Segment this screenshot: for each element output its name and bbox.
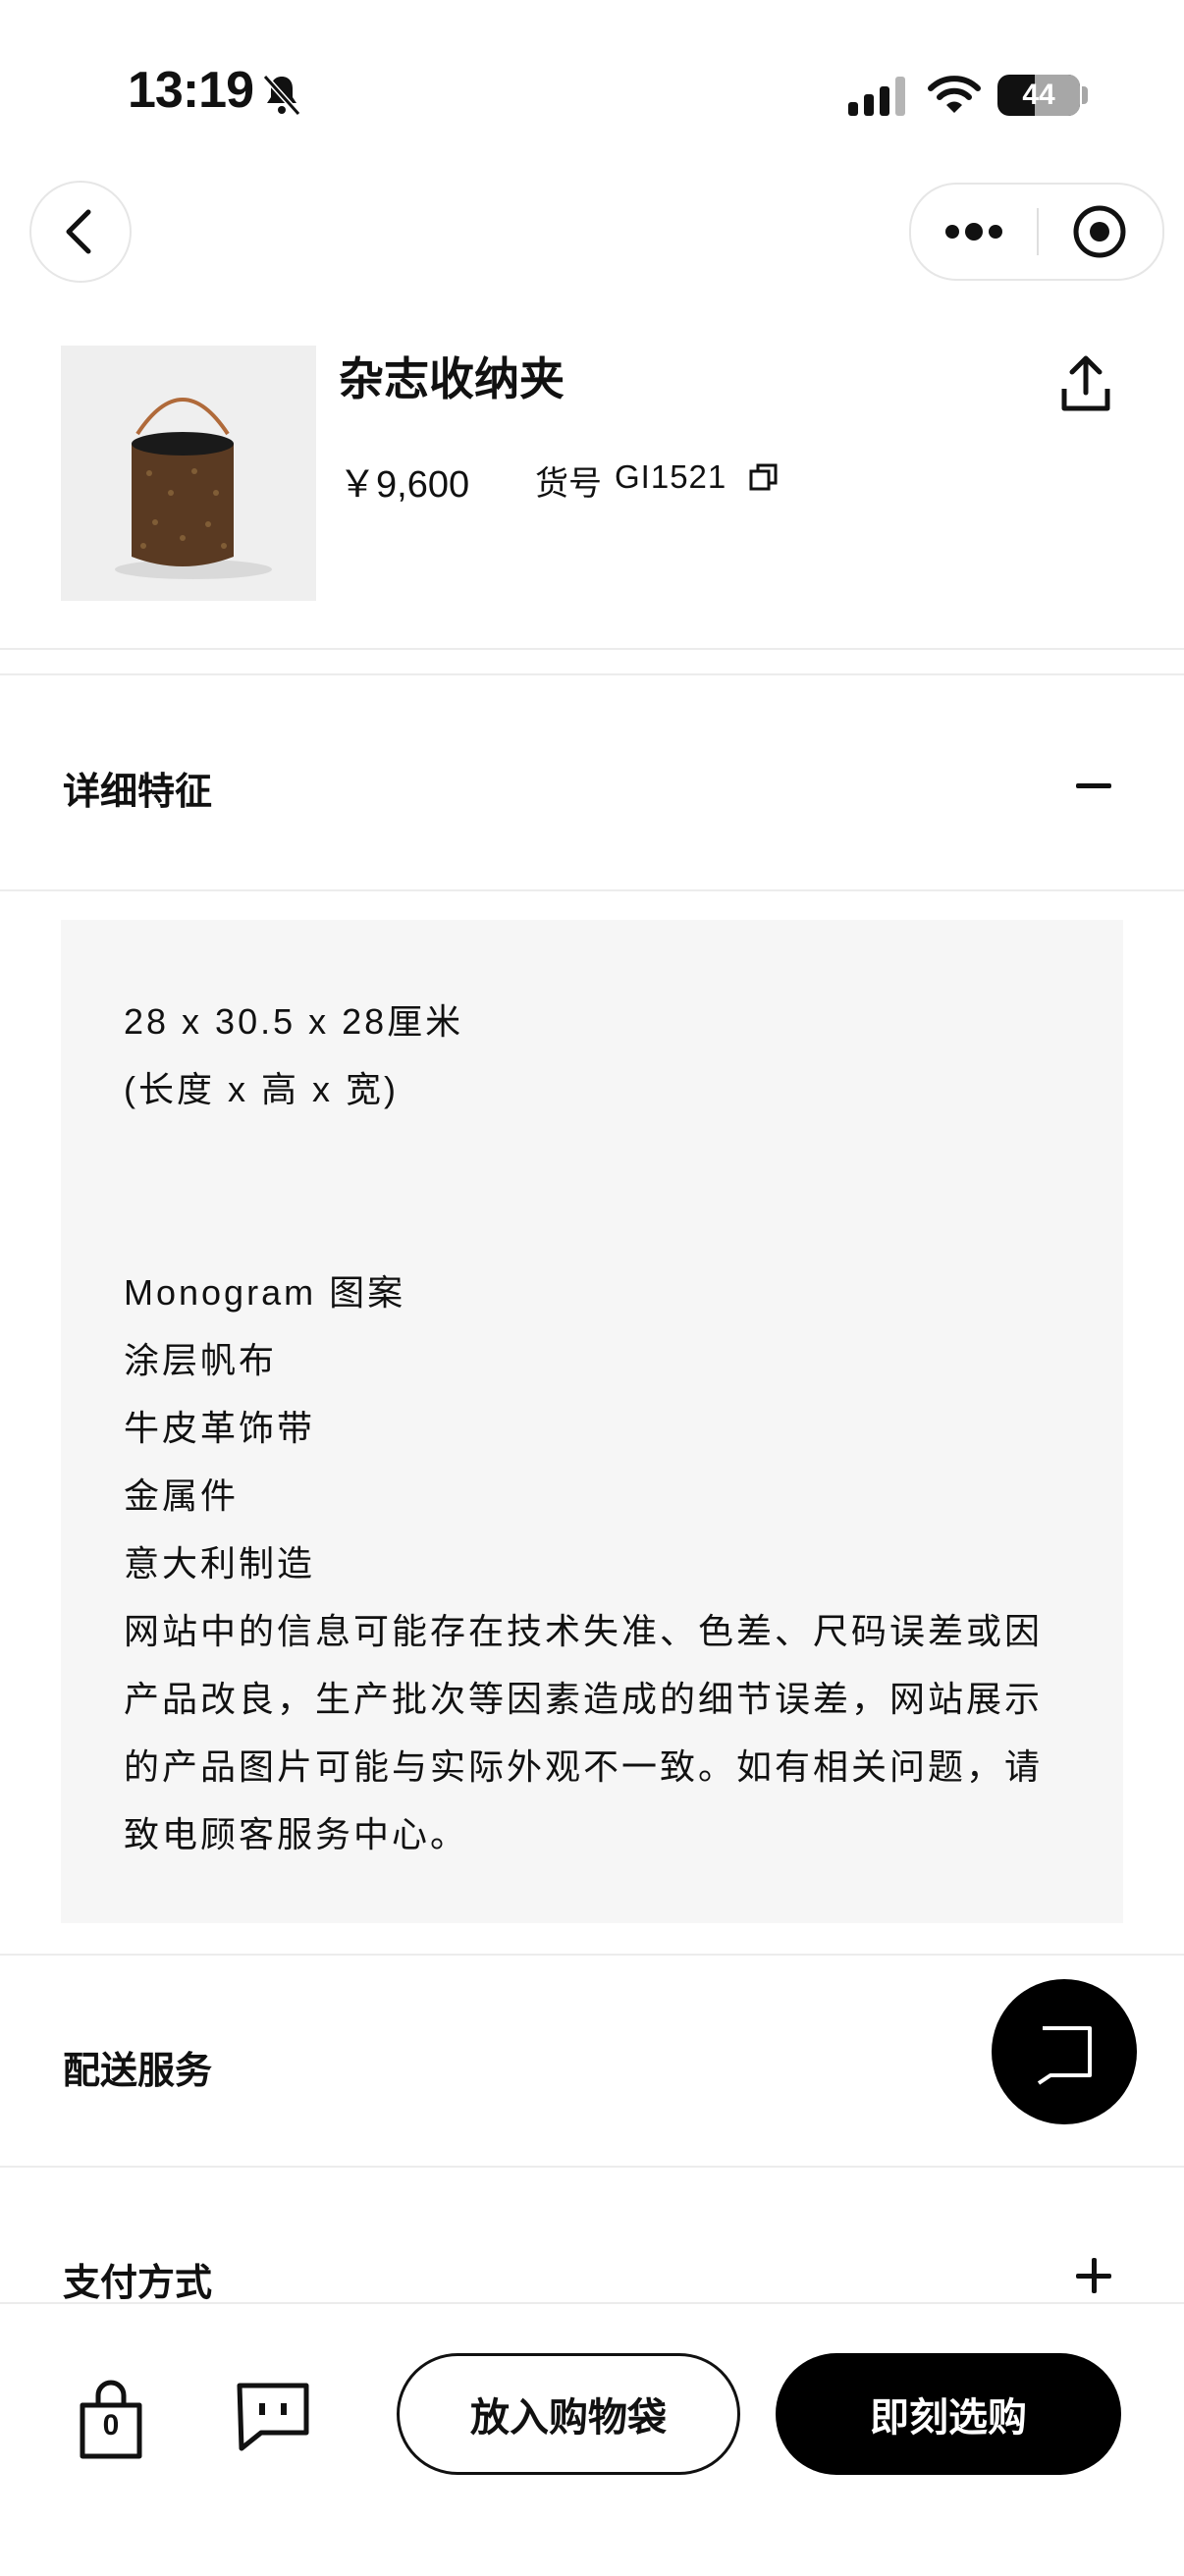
copy-icon[interactable] xyxy=(748,461,780,493)
section-title-delivery[interactable]: 配送服务 xyxy=(63,2040,212,2094)
collapse-minus-icon[interactable] xyxy=(1076,783,1111,788)
detail-line: (长度 x 高 x 宽) xyxy=(124,1069,399,1109)
detail-line: Monogram 图案 xyxy=(124,1272,406,1313)
expand-plus-icon[interactable] xyxy=(1076,2258,1111,2293)
add-to-bag-button[interactable]: 放入购物袋 xyxy=(397,2353,740,2475)
chevron-left-icon xyxy=(66,209,91,254)
detail-line: 涂层帆布 xyxy=(124,1340,278,1380)
divider xyxy=(0,673,1184,675)
status-time: 13:19 xyxy=(128,62,254,119)
message-icon[interactable] xyxy=(236,2382,310,2452)
detail-line: 产品改良，生产批次等因素造成的细节误差，网站展示 xyxy=(124,1679,1044,1719)
sku-label: 货号 xyxy=(535,465,602,503)
battery-tip xyxy=(1082,86,1088,104)
target-icon[interactable] xyxy=(1037,185,1162,279)
divider xyxy=(0,2166,1184,2168)
product-thumbnail xyxy=(61,346,316,601)
divider xyxy=(0,1954,1184,1956)
more-dots-icon[interactable] xyxy=(911,185,1037,279)
bell-muted-icon xyxy=(262,74,301,117)
signal-icon xyxy=(848,77,905,116)
detail-line: 28 x 30.5 x 28厘米 xyxy=(124,1001,464,1042)
product-title: 杂志收纳夹 xyxy=(339,353,565,404)
product-bucket-image xyxy=(115,398,272,579)
section-title-details[interactable]: 详细特征 xyxy=(63,761,212,815)
detail-line: 意大利制造 xyxy=(124,1543,316,1583)
chat-fab-button[interactable] xyxy=(992,1979,1137,2124)
divider xyxy=(0,648,1184,650)
detail-line: 牛皮革饰带 xyxy=(124,1408,316,1448)
buy-now-button[interactable]: 即刻选购 xyxy=(776,2353,1121,2475)
divider xyxy=(0,889,1184,891)
mini-program-capsule xyxy=(909,183,1164,281)
bag-count: 0 xyxy=(102,2409,120,2442)
sku-value: GI1521 xyxy=(615,458,727,495)
detail-line: 网站中的信息可能存在技术失准、色差、尺码误差或因 xyxy=(124,1611,1044,1651)
battery-level: 44 xyxy=(1022,79,1055,111)
share-icon[interactable] xyxy=(1058,353,1113,414)
detail-line: 的产品图片可能与实际外观不一致。如有相关问题，请 xyxy=(124,1746,1044,1787)
wifi-icon xyxy=(928,76,981,113)
battery-indicator: 44 xyxy=(997,75,1080,116)
chat-bubble-icon xyxy=(1037,2026,1092,2085)
section-title-payment[interactable]: 支付方式 xyxy=(63,2252,212,2306)
detail-line: 致电顾客服务中心。 xyxy=(124,1814,469,1854)
back-button[interactable] xyxy=(29,181,132,283)
detail-line: 金属件 xyxy=(124,1476,240,1516)
product-price: ￥9,600 xyxy=(339,464,470,506)
